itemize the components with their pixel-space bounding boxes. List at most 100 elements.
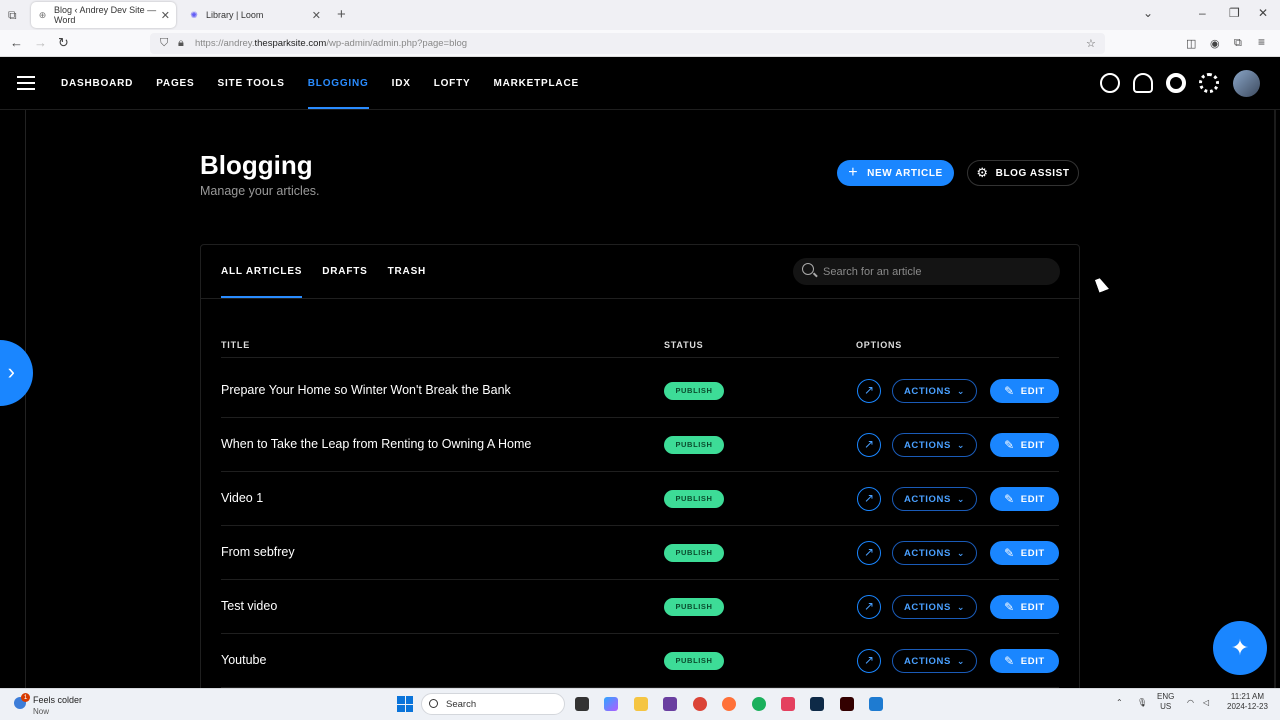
open-link-icon[interactable]: ↗ — [857, 487, 881, 511]
file-explorer-icon[interactable] — [634, 697, 648, 711]
status-badge: PUBLISH — [664, 436, 724, 454]
article-title[interactable]: Video 1 — [221, 491, 263, 505]
close-window-icon[interactable]: ✕ — [1258, 6, 1268, 20]
open-link-icon[interactable]: ↗ — [857, 541, 881, 565]
url-text: https://andrey.thesparksite.com/wp-admin… — [195, 38, 468, 49]
edit-button[interactable]: ✎ EDIT — [990, 541, 1059, 565]
copilot-icon[interactable] — [604, 697, 618, 711]
chrome-icon[interactable] — [693, 697, 707, 711]
page-subtitle: Manage your articles. — [200, 184, 320, 198]
browser-nav-bar: ← → ↻ ⛉ 🔒︎ https://andrey.thesparksite.c… — [0, 30, 1280, 57]
nav-pages[interactable]: PAGES — [156, 57, 194, 110]
tab-overview-icon[interactable]: ⧉ — [8, 8, 17, 23]
back-icon[interactable]: ← — [10, 35, 23, 50]
browser-tab-loom[interactable]: ✺ Library | Loom ✕ — [182, 2, 327, 28]
nav-marketplace[interactable]: MARKETPLACE — [493, 57, 578, 110]
shield-icon[interactable]: ⛉ — [160, 37, 168, 50]
taskbar-clock[interactable]: 11:21 AM 2024-12-23 — [1227, 692, 1268, 712]
pocket-icon[interactable]: ◫ — [1186, 37, 1196, 50]
close-tab-icon[interactable]: ✕ — [161, 9, 170, 22]
edit-button[interactable]: ✎ EDIT — [990, 595, 1059, 619]
nav-idx[interactable]: IDX — [392, 57, 411, 110]
tab-list-chevron-icon[interactable]: ⌄ — [1143, 6, 1153, 20]
minimize-window-icon[interactable]: – — [1199, 6, 1206, 20]
lock-icon[interactable]: 🔒︎ — [178, 37, 184, 50]
nav-blogging[interactable]: BLOGGING — [307, 57, 369, 110]
article-title[interactable]: From sebfrey — [221, 545, 295, 559]
microphone-icon[interactable]: 🎙︎ — [1137, 698, 1147, 708]
loom-favicon-icon: ✺ — [190, 9, 198, 20]
article-title[interactable]: Prepare Your Home so Winter Won't Break … — [221, 383, 511, 397]
nav-site-tools[interactable]: SITE TOOLS — [217, 57, 284, 110]
page-scrollbar[interactable] — [1274, 110, 1276, 688]
actions-button[interactable]: ACTIONS ⌄ — [892, 595, 977, 619]
illustrator-icon[interactable] — [840, 697, 854, 711]
article-title[interactable]: Test video — [221, 599, 277, 613]
edit-button[interactable]: ✎ EDIT — [990, 487, 1059, 511]
settings-gear-icon[interactable] — [1199, 73, 1219, 93]
actions-button[interactable]: ACTIONS ⌄ — [892, 379, 977, 403]
article-title[interactable]: Youtube — [221, 653, 266, 667]
pencil-icon: ✎ — [1004, 654, 1015, 668]
edit-button[interactable]: ✎ EDIT — [990, 649, 1059, 673]
open-link-icon[interactable]: ↗ — [857, 433, 881, 457]
edit-button[interactable]: ✎ EDIT — [990, 433, 1059, 457]
windows-start-icon[interactable] — [397, 696, 413, 712]
new-tab-button[interactable]: + — [337, 6, 346, 23]
close-tab-icon[interactable]: ✕ — [312, 9, 321, 22]
volume-icon[interactable]: ◁ — [1203, 698, 1209, 708]
notification-bell-icon[interactable] — [1133, 73, 1153, 93]
address-bar[interactable]: ⛉ 🔒︎ https://andrey.thesparksite.com/wp-… — [150, 33, 1105, 54]
language-indicator[interactable]: ENG US — [1157, 692, 1174, 712]
open-link-icon[interactable]: ↗ — [857, 379, 881, 403]
search-input[interactable] — [823, 258, 1053, 285]
notepad-icon[interactable] — [869, 697, 883, 711]
nav-lofty[interactable]: LOFTY — [434, 57, 471, 110]
help-lifebuoy-icon[interactable] — [1166, 73, 1186, 93]
actions-button[interactable]: ACTIONS ⌄ — [892, 649, 977, 673]
article-title[interactable]: When to Take the Leap from Renting to Ow… — [221, 437, 531, 451]
slack-icon[interactable] — [663, 697, 677, 711]
account-icon[interactable]: ◉ — [1210, 37, 1220, 50]
firefox-icon[interactable] — [722, 697, 736, 711]
wifi-icon[interactable]: ◠ — [1187, 698, 1194, 708]
task-view-icon[interactable] — [575, 697, 589, 711]
blog-assist-button[interactable]: ⚙ BLOG ASSIST — [967, 160, 1079, 186]
restore-window-icon[interactable]: ❐ — [1229, 6, 1240, 20]
tray-chevron-icon[interactable]: ⌃ — [1116, 698, 1123, 708]
actions-button[interactable]: ACTIONS ⌄ — [892, 541, 977, 565]
actions-button[interactable]: ACTIONS ⌄ — [892, 433, 977, 457]
weather-title: Feels colder — [33, 695, 83, 705]
photoshop-icon[interactable] — [810, 697, 824, 711]
forward-icon[interactable]: → — [34, 35, 47, 50]
open-link-icon[interactable]: ↗ — [857, 649, 881, 673]
edit-button[interactable]: ✎ EDIT — [990, 379, 1059, 403]
col-title: TITLE — [221, 340, 250, 350]
tab-all-articles[interactable]: ALL ARTICLES — [221, 245, 303, 298]
globe-icon[interactable] — [1100, 73, 1120, 93]
browser-tab-blog[interactable]: ⊕ Blog ‹ Andrey Dev Site — Word ✕ — [31, 2, 176, 28]
reload-icon[interactable]: ↻ — [58, 35, 69, 51]
tab-trash[interactable]: TRASH — [388, 245, 426, 298]
ai-sparkle-assistant-icon[interactable]: ✦ — [1213, 621, 1267, 675]
instagram-icon[interactable] — [781, 697, 795, 711]
wordpress-favicon-icon: ⊕ — [38, 9, 47, 20]
tab-drafts[interactable]: DRAFTS — [322, 245, 367, 298]
actions-button[interactable]: ACTIONS ⌄ — [892, 487, 977, 511]
chevron-down-icon: ⌄ — [956, 385, 966, 396]
hamburger-menu-icon[interactable] — [17, 76, 35, 90]
edge-icon[interactable] — [752, 697, 766, 711]
article-search[interactable] — [793, 258, 1060, 285]
weather-sub: Now — [33, 707, 50, 716]
chevron-down-icon: ⌄ — [956, 439, 966, 450]
table-row: When to Take the Leap from Renting to Ow… — [221, 418, 1059, 472]
bookmark-star-icon[interactable]: ☆ — [1086, 37, 1096, 50]
user-avatar[interactable] — [1233, 70, 1260, 97]
taskbar-search[interactable]: Search — [421, 693, 565, 715]
sidebar-expand-chevron-icon[interactable]: › — [0, 340, 33, 406]
menu-icon[interactable]: ≡ — [1258, 35, 1265, 49]
extensions-icon[interactable]: ⧉ — [1234, 37, 1242, 50]
open-link-icon[interactable]: ↗ — [857, 595, 881, 619]
new-article-button[interactable]: + NEW ARTICLE — [837, 160, 954, 186]
nav-dashboard[interactable]: DASHBOARD — [61, 57, 133, 110]
